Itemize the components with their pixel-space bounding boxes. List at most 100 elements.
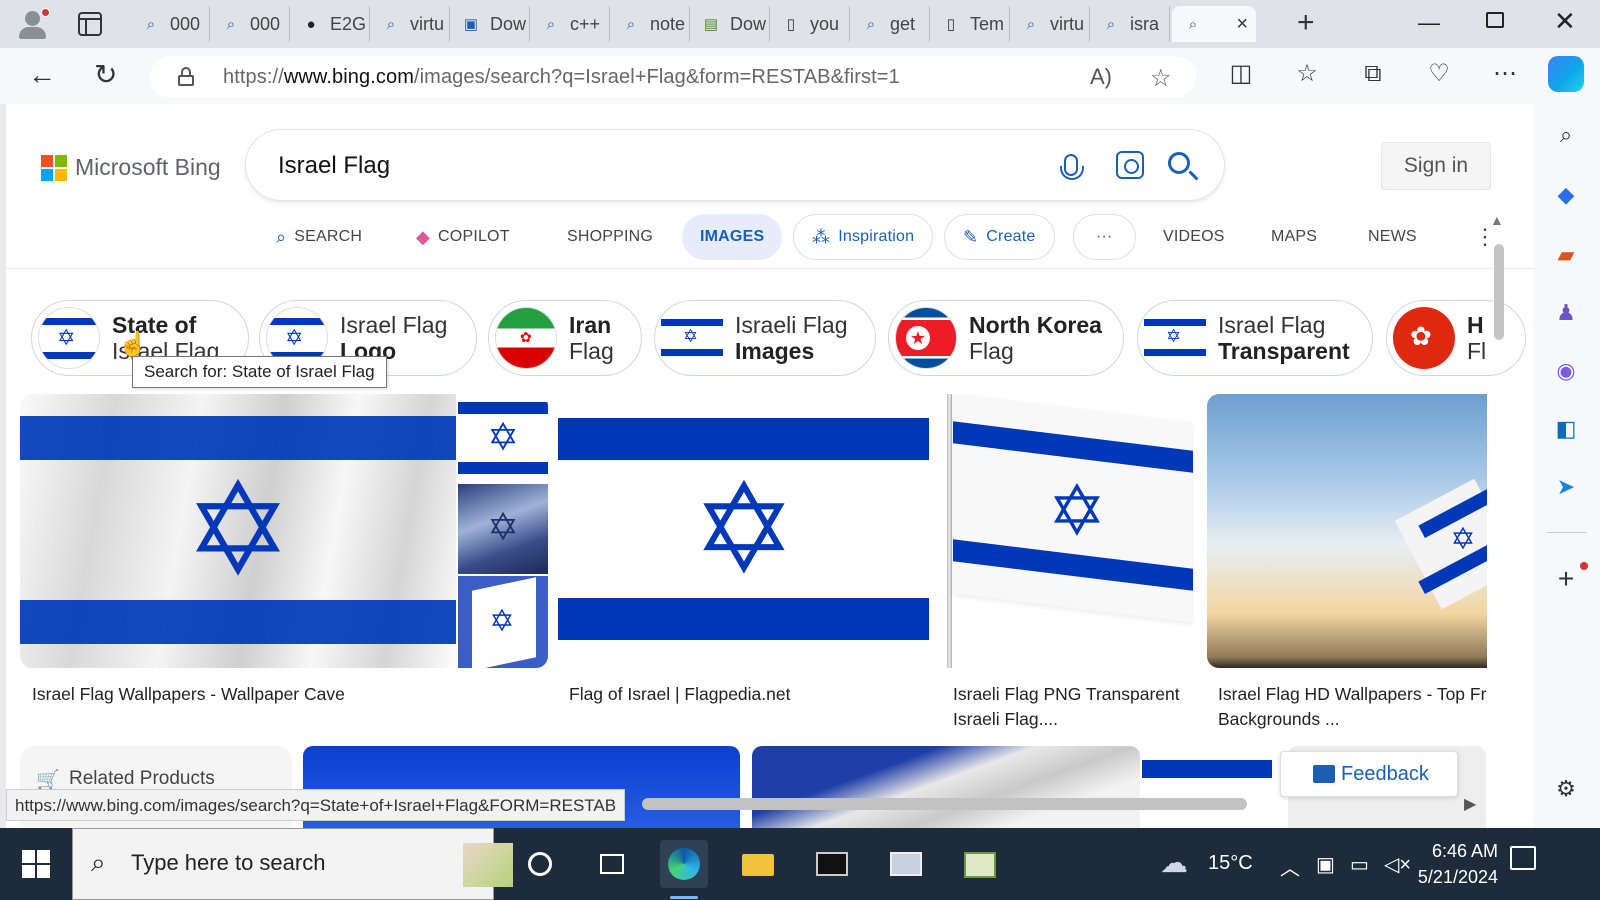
related-chip-israeli-flag-images[interactable]: ✡ Israeli Flag Images xyxy=(654,300,876,376)
tray-chevron-icon[interactable]: ︿ xyxy=(1280,852,1300,881)
tab-8[interactable]: ▤ Dow xyxy=(690,6,770,42)
related-chip-israel-flag-transparent[interactable]: ✡ Israel Flag Transparent xyxy=(1137,300,1373,376)
result-image-1[interactable]: ✡ xyxy=(20,394,456,668)
tab-active[interactable]: ⌕ × xyxy=(1172,6,1256,42)
tab-copilot[interactable]: ◆ COPILOT xyxy=(416,214,510,260)
result-image-2[interactable]: ✡ xyxy=(558,394,929,668)
tab-6[interactable]: ⌕ c++ xyxy=(530,6,610,42)
tab-1[interactable]: ⌕ 000 xyxy=(130,6,210,42)
visual-search-icon[interactable] xyxy=(1116,151,1144,179)
photos-app-icon[interactable] xyxy=(882,840,930,888)
url-input[interactable]: https://www.bing.com/images/search?q=Isr… xyxy=(150,56,1196,98)
restore-icon[interactable] xyxy=(1486,12,1504,28)
terminal-icon[interactable] xyxy=(808,840,856,888)
cortana-icon[interactable] xyxy=(516,840,564,888)
file-explorer-icon[interactable] xyxy=(734,840,782,888)
result-thumb-1a[interactable]: ✡ xyxy=(458,394,548,482)
search-icon[interactable]: ⌕ xyxy=(1551,120,1581,150)
scroll-up-arrow-icon[interactable]: ▲ xyxy=(1490,212,1504,228)
result-image-4[interactable]: ✡ xyxy=(1207,394,1487,668)
result-caption-4[interactable]: Israel Flag HD Wallpapers - Top Fr Backgr… xyxy=(1218,682,1486,732)
split-screen-icon[interactable]: ◫ xyxy=(1227,60,1255,88)
search-query-input[interactable]: Israel Flag xyxy=(278,152,390,180)
tab-news[interactable]: NEWS xyxy=(1368,214,1417,260)
shopping-tag-icon[interactable]: ◆ xyxy=(1551,180,1581,210)
horizontal-scrollbar[interactable] xyxy=(642,798,1247,810)
related-chip-north-korea-flag[interactable]: ★ North Korea Flag xyxy=(888,300,1124,376)
tab-images[interactable]: IMAGES xyxy=(682,214,783,260)
copilot-icon[interactable] xyxy=(1548,56,1584,92)
tools-briefcase-icon[interactable]: ▰ xyxy=(1551,240,1581,270)
back-arrow-icon[interactable]: ← xyxy=(28,61,56,89)
meet-now-icon[interactable]: ▣ xyxy=(1316,852,1335,877)
search-box[interactable]: Israel Flag xyxy=(246,130,1224,200)
task-view-icon[interactable] xyxy=(588,840,636,888)
feedback-button[interactable]: Feedback xyxy=(1280,751,1458,797)
tab-5[interactable]: ▣ Dow xyxy=(450,6,530,42)
tab-shopping[interactable]: SHOPPING xyxy=(567,214,653,260)
tab-videos[interactable]: VIDEOS xyxy=(1163,214,1225,260)
more-options-icon[interactable]: ⋯ xyxy=(1491,60,1519,88)
feedback-icon xyxy=(1313,765,1335,783)
games-icon[interactable]: ♟ xyxy=(1551,298,1581,328)
result-image-7[interactable] xyxy=(1142,746,1272,828)
tab-12[interactable]: ⌕ virtu xyxy=(1010,6,1090,42)
tab-search[interactable]: ⌕ SEARCH xyxy=(276,214,362,260)
notification-center-icon[interactable] xyxy=(1510,846,1536,870)
edge-taskbar-icon[interactable] xyxy=(660,840,708,899)
tab-9[interactable]: ▯ you xyxy=(770,6,850,42)
new-tab-button[interactable]: + xyxy=(1297,8,1315,38)
related-chip-hong-kong-flag[interactable]: ✿ H Fl xyxy=(1386,300,1526,376)
copilot-icon: ◆ xyxy=(416,226,431,247)
scroll-right-arrow-icon[interactable]: ▶ xyxy=(1464,794,1476,814)
collections-icon[interactable]: ⧉ xyxy=(1359,60,1387,88)
add-icon[interactable]: + xyxy=(1551,564,1581,594)
send-icon[interactable]: ➤ xyxy=(1551,472,1581,502)
tab-7[interactable]: ⌕ note xyxy=(610,6,690,42)
search-icon[interactable] xyxy=(1168,152,1190,174)
tab-13[interactable]: ⌕ isra xyxy=(1090,6,1170,42)
chart-app-icon[interactable] xyxy=(956,840,1004,888)
microsoft-365-icon[interactable]: ◉ xyxy=(1551,356,1581,386)
vertical-scrollbar[interactable] xyxy=(1494,244,1504,340)
temperature[interactable]: 15°C xyxy=(1208,852,1253,875)
tab-3[interactable]: ● E2G xyxy=(290,6,370,42)
system-clock[interactable]: 6:46 AM 5/21/2024 xyxy=(1398,838,1498,890)
settings-gear-icon[interactable]: ⚙ xyxy=(1551,774,1581,804)
result-caption-3[interactable]: Israeli Flag PNG Transparent Israeli Flag… xyxy=(953,682,1180,732)
windows-start-icon[interactable] xyxy=(22,850,50,878)
result-caption-2[interactable]: Flag of Israel | Flagpedia.net xyxy=(569,682,790,707)
result-image-3[interactable]: ✡ xyxy=(941,394,1194,668)
tab-actions-icon[interactable] xyxy=(78,12,102,36)
read-aloud-icon[interactable]: A) xyxy=(1090,64,1112,90)
result-thumb-1c[interactable]: ✡ xyxy=(458,576,548,668)
tab-maps[interactable]: MAPS xyxy=(1271,214,1317,260)
performance-heart-icon[interactable]: ♡ xyxy=(1425,60,1453,88)
sign-in-button[interactable]: Sign in xyxy=(1381,142,1491,190)
close-window-icon[interactable]: ✕ xyxy=(1554,6,1576,37)
profile-avatar-icon[interactable] xyxy=(16,8,50,40)
tab-create[interactable]: ✎ Create xyxy=(944,214,1055,260)
outlook-icon[interactable]: ◧ xyxy=(1551,414,1581,444)
close-tab-icon[interactable]: × xyxy=(1236,13,1248,36)
result-thumb-1b[interactable]: ✡ xyxy=(458,484,548,574)
bing-logo[interactable]: Microsoft Bing xyxy=(41,154,221,181)
tab-inspiration[interactable]: ⁂ Inspiration xyxy=(793,214,934,260)
minimize-icon[interactable]: — xyxy=(1418,10,1440,36)
tab-more[interactable]: ··· xyxy=(1073,214,1136,260)
result-image-6[interactable] xyxy=(752,746,1140,828)
tab-11[interactable]: ▯ Tem xyxy=(930,6,1010,42)
search-icon: ⌕ xyxy=(546,15,556,33)
favorites-icon[interactable]: ☆ xyxy=(1293,60,1321,88)
related-chip-iran-flag[interactable]: ✿ Iran Flag xyxy=(488,300,642,376)
microphone-icon[interactable] xyxy=(1060,154,1084,180)
network-icon[interactable]: ▭ xyxy=(1350,852,1369,877)
tab-10[interactable]: ⌕ get xyxy=(850,6,930,42)
tab-4[interactable]: ⌕ virtu xyxy=(370,6,450,42)
result-caption-1[interactable]: Israel Flag Wallpapers - Wallpaper Cave xyxy=(32,682,345,707)
refresh-icon[interactable]: ↻ xyxy=(94,61,117,89)
favorite-star-icon[interactable]: ☆ xyxy=(1150,64,1172,93)
weather-cloud-icon[interactable]: ☁ xyxy=(1160,846,1188,879)
taskbar-search-box[interactable]: ⌕ Type here to search xyxy=(72,828,513,900)
tab-2[interactable]: ⌕ 000 xyxy=(210,6,290,42)
